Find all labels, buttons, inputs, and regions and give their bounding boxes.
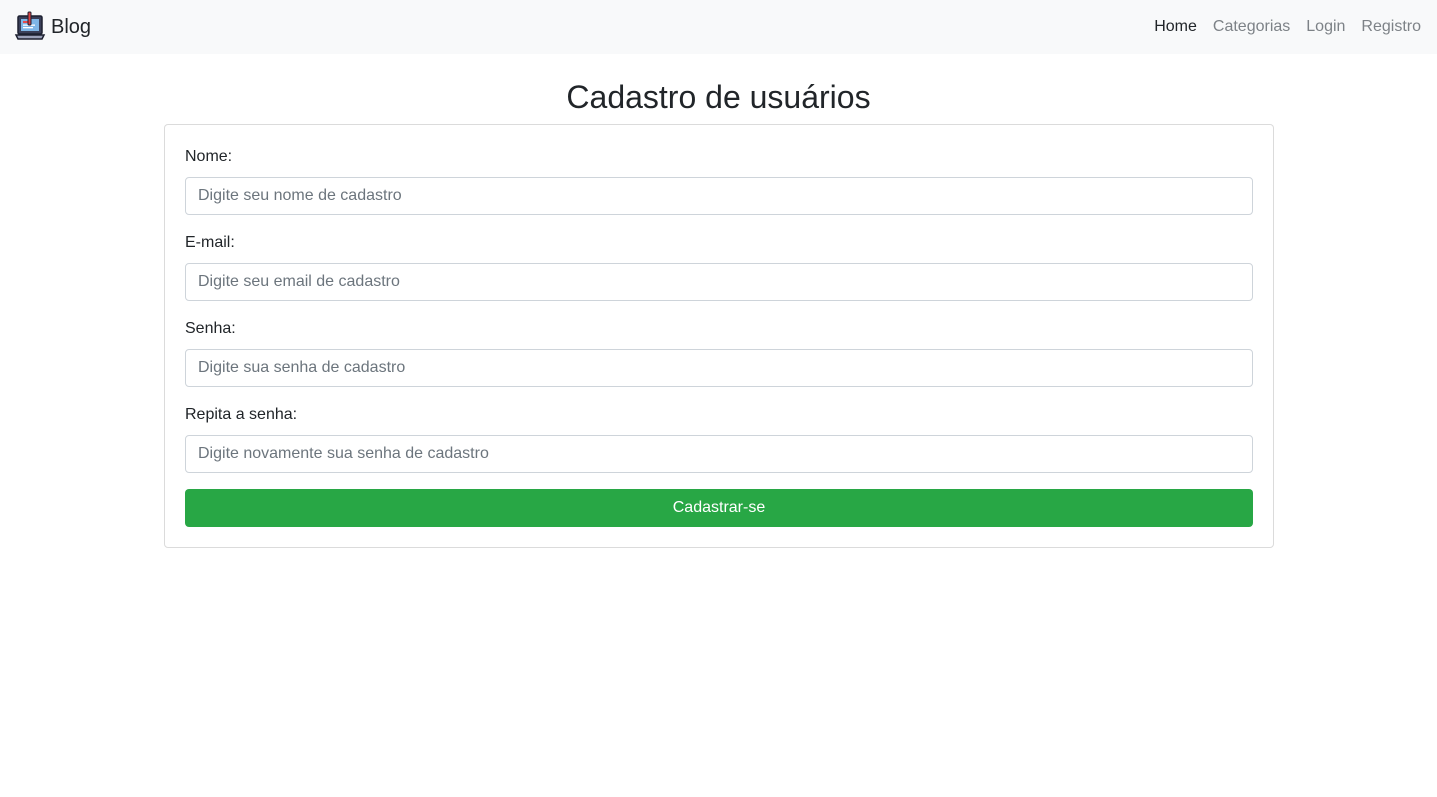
name-input[interactable] (185, 177, 1253, 215)
brand-link[interactable]: Blog (14, 11, 91, 43)
register-button[interactable]: Cadastrar-se (185, 489, 1253, 527)
laptop-blog-icon (14, 11, 46, 43)
password-label: Senha: (185, 320, 236, 337)
navbar: Blog Home Categorias Login Registro (0, 0, 1437, 54)
password-input[interactable] (185, 349, 1253, 387)
page-title: Cadastro de usuários (566, 79, 871, 115)
nav-links: Home Categorias Login Registro (1138, 18, 1421, 36)
brand-label: Blog (51, 16, 92, 38)
repeat-password-label: Repita a senha: (185, 406, 298, 423)
registration-form: Nome: E-mail: Senha: Repita a senha: Cad… (164, 124, 1274, 548)
name-label: Nome: (185, 148, 233, 165)
nav-link-home[interactable]: Home (1138, 18, 1197, 36)
nav-link-login[interactable]: Login (1290, 18, 1345, 36)
nav-link-registro[interactable]: Registro (1345, 18, 1421, 36)
email-input[interactable] (185, 263, 1253, 301)
email-label: E-mail: (185, 234, 235, 251)
repeat-password-input[interactable] (185, 435, 1253, 473)
nav-link-categorias[interactable]: Categorias (1197, 18, 1290, 36)
